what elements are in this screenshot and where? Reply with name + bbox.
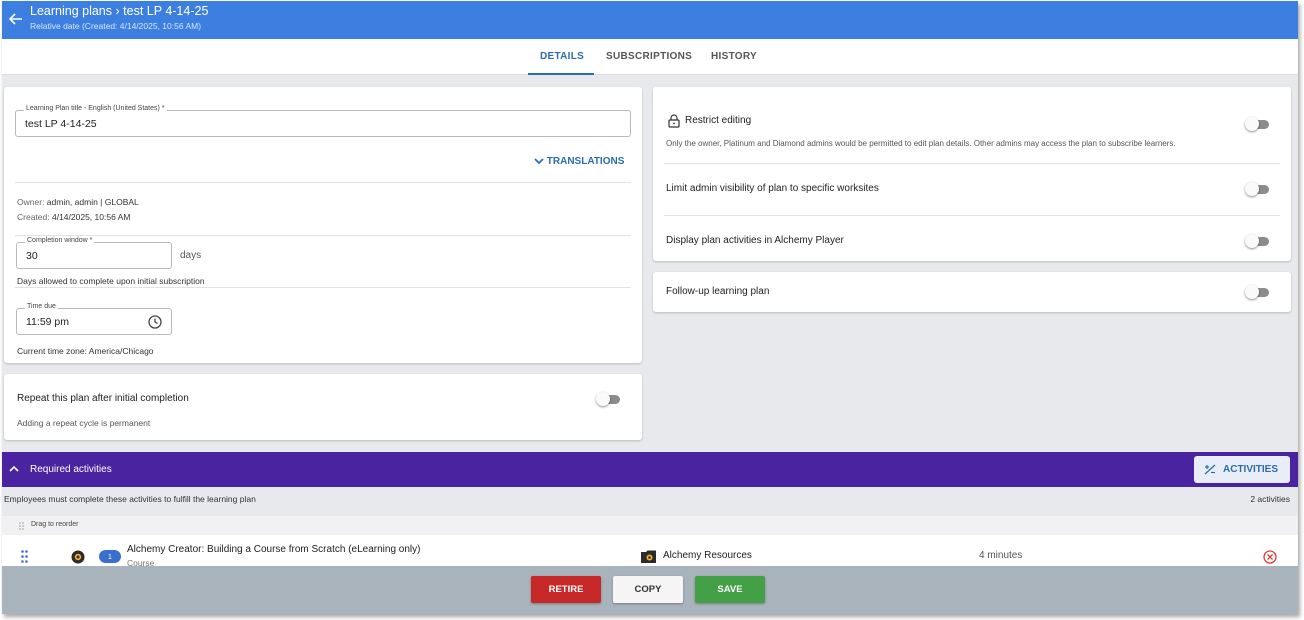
course-icon bbox=[71, 550, 85, 564]
created-value: 4/14/2025, 10:56 AM bbox=[51, 212, 131, 222]
breadcrumb: Learning plans › test LP 4-14-25 bbox=[30, 4, 208, 18]
limit-visibility-label: Limit admin visibility of plan to specif… bbox=[666, 183, 879, 194]
time-due-field[interactable]: Time due 11:59 pm bbox=[16, 303, 172, 335]
activity-duration: 4 minutes bbox=[979, 550, 1023, 561]
completion-window-value: 30 bbox=[26, 250, 38, 262]
back-arrow-icon[interactable] bbox=[8, 11, 24, 27]
clock-icon[interactable] bbox=[148, 315, 162, 329]
completion-unit: days bbox=[180, 250, 202, 261]
activity-row[interactable]: 1 Alchemy Creator: Building a Course fro… bbox=[2, 535, 1298, 567]
plan-title-label: Learning Plan title - English (United St… bbox=[24, 105, 167, 112]
folder-icon bbox=[641, 550, 656, 563]
repeat-card: Repeat this plan after initial completio… bbox=[4, 374, 642, 440]
plan-title-value: test LP 4-14-25 bbox=[25, 118, 97, 130]
app-window: Learning plans › test LP 4-14-25 Relativ… bbox=[2, 1, 1298, 614]
restrict-editing-help: Only the owner, Platinum and Diamond adm… bbox=[666, 139, 1176, 148]
restrict-editing-toggle[interactable] bbox=[1245, 117, 1271, 131]
drag-hint-text: Drag to reorder bbox=[31, 521, 79, 528]
order-badge: 1 bbox=[99, 550, 121, 563]
followup-label: Follow-up learning plan bbox=[666, 286, 770, 297]
breadcrumb-separator: › bbox=[115, 4, 120, 18]
plan-title-field[interactable]: Learning Plan title - English (United St… bbox=[15, 105, 631, 137]
display-player-toggle[interactable] bbox=[1245, 234, 1271, 248]
tab-bar: DETAILS SUBSCRIPTIONS HISTORY bbox=[2, 39, 1298, 75]
tab-details[interactable]: DETAILS bbox=[540, 51, 584, 62]
save-button[interactable]: SAVE bbox=[695, 576, 765, 603]
edit-activities-icon bbox=[1204, 464, 1216, 475]
drag-handle-small-icon bbox=[19, 522, 24, 530]
restrict-editing-label: Restrict editing bbox=[685, 115, 752, 126]
retire-button[interactable]: RETIRE bbox=[531, 576, 601, 603]
tab-subscriptions[interactable]: SUBSCRIPTIONS bbox=[606, 51, 692, 62]
repeat-label: Repeat this plan after initial completio… bbox=[17, 393, 189, 404]
followup-card: Follow-up learning plan bbox=[653, 272, 1291, 312]
created-label: Created: bbox=[17, 212, 50, 222]
divider bbox=[664, 163, 1280, 164]
owner-value: admin, admin | GLOBAL bbox=[46, 197, 139, 207]
chevron-up-icon[interactable] bbox=[9, 465, 19, 473]
remove-activity-icon[interactable] bbox=[1263, 550, 1277, 564]
divider bbox=[15, 235, 631, 236]
top-header: Learning plans › test LP 4-14-25 Relativ… bbox=[2, 1, 1298, 39]
drag-hint-row: Drag to reorder bbox=[2, 516, 1298, 535]
owner-label: Owner: bbox=[17, 197, 45, 207]
activities-info-row: Employees must complete these activities… bbox=[2, 487, 1298, 516]
settings-card: Restrict editing Only the owner, Platinu… bbox=[653, 87, 1291, 261]
required-activities-bar: Required activities ACTIVITIES bbox=[2, 452, 1298, 487]
repeat-toggle[interactable] bbox=[596, 392, 622, 406]
display-player-label: Display plan activities in Alchemy Playe… bbox=[666, 235, 844, 246]
followup-toggle[interactable] bbox=[1245, 285, 1271, 299]
divider bbox=[15, 287, 631, 288]
time-due-label: Time due bbox=[25, 303, 58, 310]
repeat-help: Adding a repeat cycle is permanent bbox=[17, 418, 151, 428]
activities-button[interactable]: ACTIVITIES bbox=[1194, 456, 1290, 483]
activities-button-label: ACTIVITIES bbox=[1223, 464, 1279, 475]
bottom-action-bar: RETIRE COPY SAVE bbox=[2, 566, 1298, 614]
activity-name[interactable]: Alchemy Creator: Building a Course from … bbox=[127, 544, 420, 555]
drag-handle-icon[interactable] bbox=[21, 550, 28, 563]
tab-history[interactable]: HISTORY bbox=[711, 51, 757, 62]
time-due-value: 11:59 pm bbox=[26, 316, 69, 328]
completion-help: Days allowed to complete upon initial su… bbox=[17, 276, 205, 286]
limit-visibility-toggle[interactable] bbox=[1245, 182, 1271, 196]
completion-window-field[interactable]: Completion window * 30 bbox=[16, 237, 172, 269]
active-tab-indicator bbox=[528, 73, 594, 75]
lock-icon bbox=[668, 114, 680, 128]
divider bbox=[15, 182, 631, 183]
page-title: test LP 4-14-25 bbox=[123, 4, 209, 18]
breadcrumb-learning-plans[interactable]: Learning plans bbox=[30, 4, 112, 18]
details-card: Learning Plan title - English (United St… bbox=[4, 87, 642, 363]
divider bbox=[664, 215, 1280, 216]
required-activities-title: Required activities bbox=[30, 464, 112, 475]
owner-line: Owner: admin, admin | GLOBAL bbox=[17, 197, 139, 207]
translations-label: TRANSLATIONS bbox=[546, 156, 625, 167]
chevron-down-icon bbox=[534, 158, 544, 165]
activities-description: Employees must complete these activities… bbox=[4, 494, 256, 504]
translations-button[interactable]: TRANSLATIONS bbox=[534, 156, 624, 167]
completion-window-label: Completion window * bbox=[25, 237, 95, 244]
activities-count: 2 activities bbox=[1250, 494, 1290, 504]
timezone-text: Current time zone: America/Chicago bbox=[17, 346, 154, 356]
activity-source: Alchemy Resources bbox=[663, 550, 752, 561]
header-subtitle: Relative date (Created: 4/14/2025, 10:56… bbox=[30, 21, 202, 31]
created-line: Created: 4/14/2025, 10:56 AM bbox=[17, 212, 130, 222]
copy-button[interactable]: COPY bbox=[613, 576, 683, 603]
